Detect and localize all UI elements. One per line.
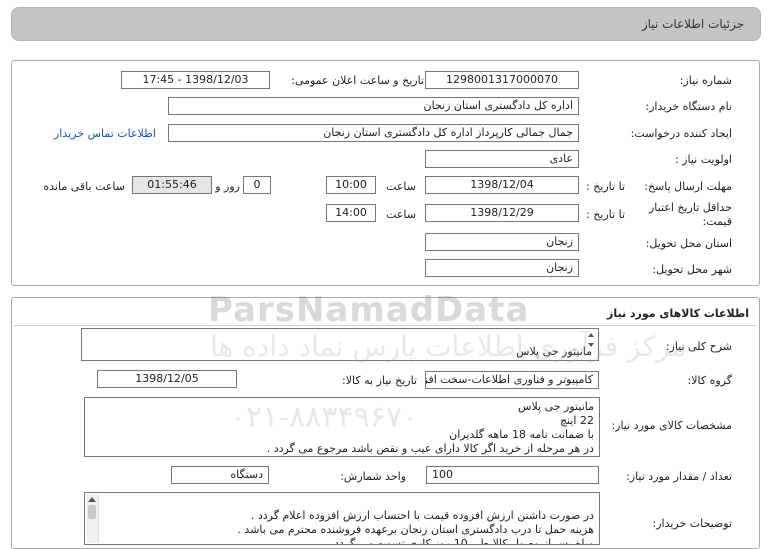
city-label: شهر محل تحویل: [652, 263, 732, 276]
need-number-label: شماره نیاز: [679, 74, 732, 87]
need-date-label: تاریخ نیاز به کالا: [342, 374, 417, 387]
unit-field[interactable]: دستگاه [171, 466, 269, 484]
scroll-thumb[interactable] [88, 505, 96, 519]
buyer-notes-label: توضیحات خریدار: [652, 517, 733, 530]
deadline-date-field[interactable]: 1398/12/04 [425, 176, 579, 194]
scroll-up-icon[interactable] [588, 333, 594, 337]
announce-label: تاریخ و ساعت اعلان عمومی: [291, 74, 424, 87]
scroll-down-icon[interactable] [588, 343, 594, 347]
validity-time-field[interactable]: 14:00 [326, 204, 376, 222]
summary-scroll-arrows[interactable] [587, 330, 597, 359]
city-field[interactable]: زنجان [425, 259, 579, 277]
days-label: روز و [215, 180, 240, 193]
validity-time-label: ساعت [386, 208, 416, 221]
buyer-org-field[interactable]: اداره کل دادگستری استان زنجان [168, 97, 579, 115]
announce-datetime-field[interactable]: 1398/12/03 - 17:45 [121, 71, 270, 89]
buyer-contact-link[interactable]: اطلاعات تماس خریدار [54, 127, 156, 140]
summary-text: مانیتور جی پلاس 22 اینچ [516, 345, 592, 360]
deadline-time-field[interactable]: 10:00 [326, 176, 376, 194]
deadline-time-label: ساعت [386, 180, 416, 193]
priority-field[interactable]: عادی [425, 150, 579, 168]
group-field[interactable]: کامپیوتر و فناوری اطلاعات-سخت افزار [425, 371, 599, 389]
goods-section-title: اطلاعات کالاهای مورد نیاز [607, 307, 749, 320]
province-label: استان محل تحویل: [645, 237, 732, 250]
deadline-label: مهلت ارسال پاسخ: [644, 180, 732, 193]
deadline-until-label: تا تاریخ : [586, 180, 625, 193]
group-label: گروه کالا: [687, 374, 732, 387]
specs-textarea[interactable]: مانیتور جی پلاس 22 اینچ با ضمانت نامه 18… [84, 397, 600, 457]
page-header: جزئیات اطلاعات نیاز [11, 7, 761, 41]
notes-scrollbar[interactable] [86, 494, 99, 543]
need-number-field[interactable]: 1298001317000070 [425, 71, 579, 89]
specs-label: مشخصات کالای مورد نیاز: [611, 419, 732, 432]
creator-label: ایجاد کننده درخواست: [630, 127, 732, 140]
section-divider [14, 325, 757, 326]
page-title: جزئیات اطلاعات نیاز [641, 17, 744, 31]
summary-textarea[interactable]: مانیتور جی پلاس 22 اینچ [81, 328, 599, 361]
need-info-panel [11, 60, 760, 286]
remaining-label: ساعت باقی مانده [43, 180, 125, 193]
validity-date-field[interactable]: 1398/12/29 [425, 204, 579, 222]
unit-label: واحد شمارش: [340, 470, 406, 483]
remaining-time-field: 01:55:46 [132, 176, 212, 194]
remaining-days-field[interactable]: 0 [243, 176, 271, 194]
creator-field[interactable]: جمال جمالی کارپرداز اداره کل دادگستری اس… [168, 124, 579, 142]
priority-label: اولویت نیاز : [674, 153, 732, 166]
validity-label-1: حداقل تاریخ اعتبار [648, 201, 732, 214]
qty-label: تعداد / مقدار مورد نیاز: [626, 470, 732, 483]
buyer-org-label: نام دستگاه خریدار: [645, 100, 732, 113]
validity-until-label: تا تاریخ : [586, 208, 625, 221]
validity-label-2: قیمت: [702, 215, 732, 228]
buyer-notes-text: در صورت داشتن ارزش افزوده قیمت با احتساب… [237, 509, 594, 545]
buyer-notes-textarea[interactable]: در صورت داشتن ارزش افزوده قیمت با احتساب… [84, 492, 600, 545]
qty-field[interactable]: 100 [426, 466, 599, 484]
province-field[interactable]: زنجان [425, 233, 579, 251]
need-date-field[interactable]: 1398/12/05 [97, 370, 237, 388]
scroll-up-icon[interactable] [88, 497, 96, 502]
summary-label: شرح کلی نیاز: [665, 340, 732, 353]
